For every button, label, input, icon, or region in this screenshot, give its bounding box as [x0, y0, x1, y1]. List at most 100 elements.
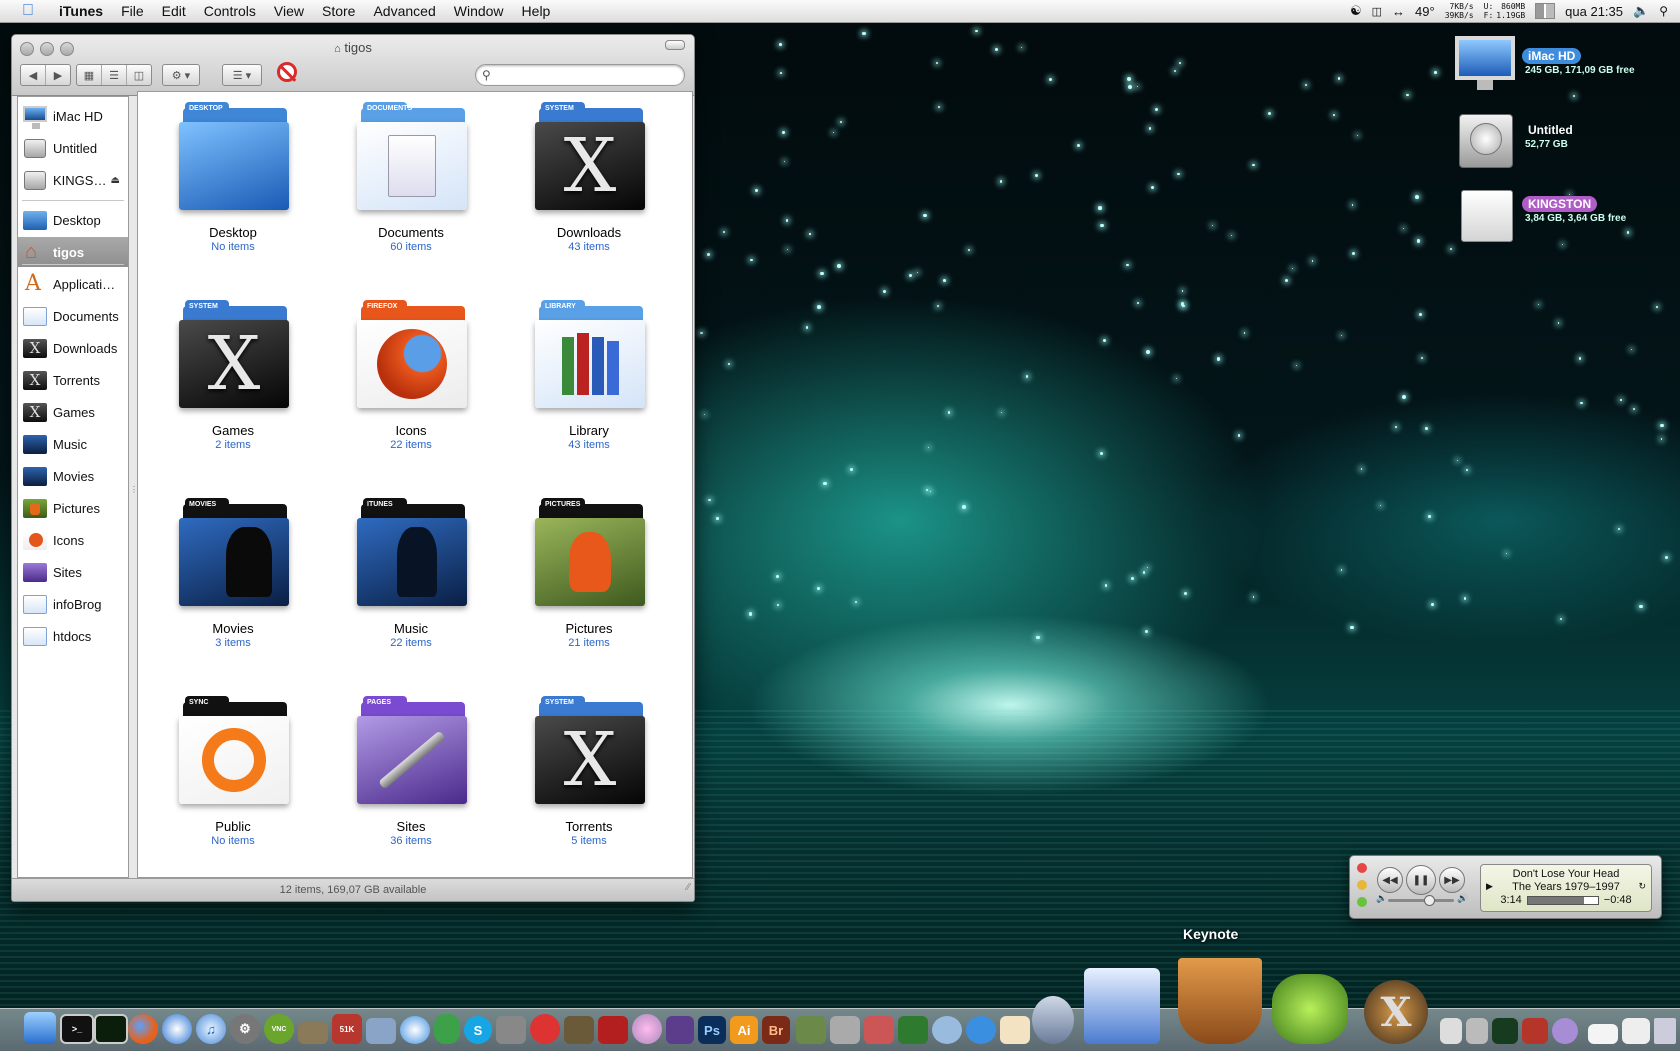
- folder-torrents[interactable]: SYSTEM X Torrents 5 items: [505, 688, 673, 868]
- folder-music[interactable]: ITUNES Music 22 items: [327, 490, 495, 670]
- spotlight-icon[interactable]: ⚲: [1659, 4, 1668, 18]
- folder-desktop[interactable]: DESKTOP Desktop No items: [149, 94, 317, 274]
- menu-view[interactable]: View: [265, 3, 313, 19]
- gear-icon[interactable]: ⚙ ▾: [163, 65, 199, 85]
- app-dock-icon[interactable]: [1000, 1016, 1030, 1044]
- folder-public[interactable]: SYNC Public No items: [149, 688, 317, 868]
- menu-controls[interactable]: Controls: [195, 3, 265, 19]
- firefox-dock-icon[interactable]: [128, 1014, 158, 1044]
- app-dock-icon[interactable]: [1522, 1018, 1548, 1044]
- split-handle[interactable]: ⋮: [130, 485, 138, 494]
- desktop-drive-kingston[interactable]: KINGSTON 3,84 GB, 3,64 GB free: [1455, 184, 1675, 250]
- memory-monitor[interactable]: U: F: 860MB 1.19GB: [1484, 2, 1526, 20]
- vnc-server-dock-icon[interactable]: VNC: [264, 1014, 294, 1044]
- sidebar-item-imac-hd[interactable]: iMac HD: [18, 101, 128, 131]
- app-dock-icon[interactable]: [666, 1016, 694, 1044]
- eject-icon[interactable]: ⏏: [110, 175, 119, 186]
- menu-window[interactable]: Window: [445, 3, 513, 19]
- pen-app-dock-icon[interactable]: [1032, 996, 1074, 1044]
- app-dock-icon[interactable]: [530, 1014, 560, 1044]
- back-button[interactable]: ◀: [21, 65, 46, 85]
- app-dock-icon[interactable]: [366, 1018, 396, 1044]
- menu-file[interactable]: File: [112, 3, 153, 19]
- photoshop-dock-icon[interactable]: Ps: [698, 1016, 726, 1044]
- illustrator-dock-icon[interactable]: Ai: [730, 1016, 758, 1044]
- trash-dock-icon[interactable]: [1654, 1018, 1676, 1044]
- sidebar-item-documents[interactable]: Documents: [18, 301, 128, 331]
- sidebar-item-infobrog[interactable]: infoBrog: [18, 589, 128, 619]
- sidebar-item-untitled[interactable]: Untitled: [18, 133, 128, 163]
- app-dock-icon[interactable]: [298, 1022, 328, 1044]
- keynote-dock-icon[interactable]: [1178, 958, 1262, 1044]
- app-dock-icon[interactable]: [966, 1016, 996, 1044]
- disk-activity-icon[interactable]: ◫: [1372, 5, 1382, 18]
- alien-icon[interactable]: ☯: [1350, 3, 1362, 19]
- column-view-button[interactable]: ◫: [127, 65, 151, 85]
- app-dock-icon[interactable]: [1622, 1018, 1650, 1044]
- folder-games[interactable]: SYSTEM X Games 2 items: [149, 292, 317, 472]
- itunes-dock-icon[interactable]: ♫: [196, 1014, 226, 1044]
- sidebar-item-kings[interactable]: KINGS… ⏏: [18, 165, 128, 195]
- finder-dock-icon[interactable]: [24, 1012, 56, 1044]
- adium-dock-icon[interactable]: [434, 1014, 460, 1044]
- finder-titlebar[interactable]: ⌂ tigos ◀ ▶ ▦ ☰ ◫ ⚙ ▾ ☰ ▾ ⚲: [12, 35, 694, 96]
- app-dock-icon[interactable]: [1440, 1018, 1462, 1044]
- pause-button[interactable]: ❚❚: [1406, 865, 1436, 895]
- volume-icon[interactable]: 🔈: [1633, 3, 1649, 19]
- sidebar-item-downloads[interactable]: X Downloads: [18, 333, 128, 363]
- app-dock-icon[interactable]: [796, 1016, 826, 1044]
- app-dock-icon[interactable]: [932, 1016, 962, 1044]
- folder-pictures[interactable]: PICTURES Pictures 21 items: [505, 490, 673, 670]
- app-dock-icon[interactable]: [632, 1014, 662, 1044]
- ichat-dock-icon[interactable]: [400, 1016, 430, 1044]
- forward-button[interactable]: ▶: [46, 65, 70, 85]
- preview-dock-icon[interactable]: [564, 1016, 594, 1044]
- resize-grip-icon[interactable]: ∕∕: [687, 877, 690, 899]
- desktop-drive-untitled[interactable]: Untitled 52,77 GB: [1455, 110, 1675, 176]
- transmission-dock-icon[interactable]: 51K: [332, 1014, 362, 1044]
- progress-bar[interactable]: [1526, 896, 1599, 905]
- search-field[interactable]: ⚲: [475, 64, 685, 86]
- folder-sites[interactable]: PAGES Sites 36 items: [327, 688, 495, 868]
- apple-dock-icon[interactable]: [1466, 1018, 1488, 1044]
- sidebar-item-pictures[interactable]: Pictures: [18, 493, 128, 523]
- sidebar-item-applicati[interactable]: A Applicati…: [18, 269, 128, 299]
- bridge-dock-icon[interactable]: Br: [762, 1016, 790, 1044]
- mini-minimize-button[interactable]: [1357, 880, 1367, 890]
- app-dock-icon[interactable]: [864, 1016, 894, 1044]
- app-dock-icon[interactable]: [898, 1016, 928, 1044]
- terminal-dock-icon[interactable]: >_: [60, 1014, 94, 1044]
- clock[interactable]: qua 21:35: [1565, 4, 1623, 19]
- folder-documents[interactable]: DOCUMENTS Documents 60 items: [327, 94, 495, 274]
- mini-zoom-button[interactable]: [1357, 897, 1367, 907]
- sidebar-item-music[interactable]: Music: [18, 429, 128, 459]
- menu-advanced[interactable]: Advanced: [364, 3, 444, 19]
- track-display[interactable]: ▶ Don't Lose Your Head The Years 1979–19…: [1480, 864, 1652, 912]
- app-menu[interactable]: iTunes: [50, 3, 112, 19]
- app-dock-icon[interactable]: [830, 1016, 860, 1044]
- volume-knob[interactable]: [1424, 895, 1435, 906]
- temperature[interactable]: 49°: [1415, 4, 1435, 19]
- sidebar-item-htdocs[interactable]: htdocs: [18, 621, 128, 651]
- menu-edit[interactable]: Edit: [153, 3, 195, 19]
- system-preferences-dock-icon[interactable]: ⚙: [230, 1014, 260, 1044]
- folder-library[interactable]: LIBRARY Library 43 items: [505, 292, 673, 472]
- stop-icon[interactable]: [277, 62, 297, 82]
- documents-stack-dock-icon[interactable]: [1588, 1024, 1618, 1044]
- menu-help[interactable]: Help: [513, 3, 560, 19]
- shuffle-icon[interactable]: ↻: [1638, 880, 1646, 893]
- activity-monitor-dock-icon[interactable]: [94, 1014, 128, 1044]
- ray-gun-dock-icon[interactable]: [1272, 974, 1348, 1044]
- toolbar-toggle-button[interactable]: [665, 40, 685, 50]
- desktop-drive-imac-hd[interactable]: iMac HD 245 GB, 171,09 GB free: [1455, 36, 1675, 102]
- volume-slider[interactable]: [1388, 895, 1454, 906]
- mini-close-button[interactable]: [1357, 863, 1367, 873]
- search-input[interactable]: [494, 67, 669, 83]
- app-dock-icon[interactable]: [1552, 1018, 1578, 1044]
- folder-downloads[interactable]: SYSTEM X Downloads 43 items: [505, 94, 673, 274]
- apple-menu-icon[interactable]: : [18, 2, 38, 20]
- sidebar-item-icons[interactable]: Icons: [18, 525, 128, 555]
- folder-movies[interactable]: MOVIES Movies 3 items: [149, 490, 317, 670]
- previous-track-button[interactable]: ◀◀: [1377, 867, 1403, 893]
- icon-view-button[interactable]: ▦: [77, 65, 102, 85]
